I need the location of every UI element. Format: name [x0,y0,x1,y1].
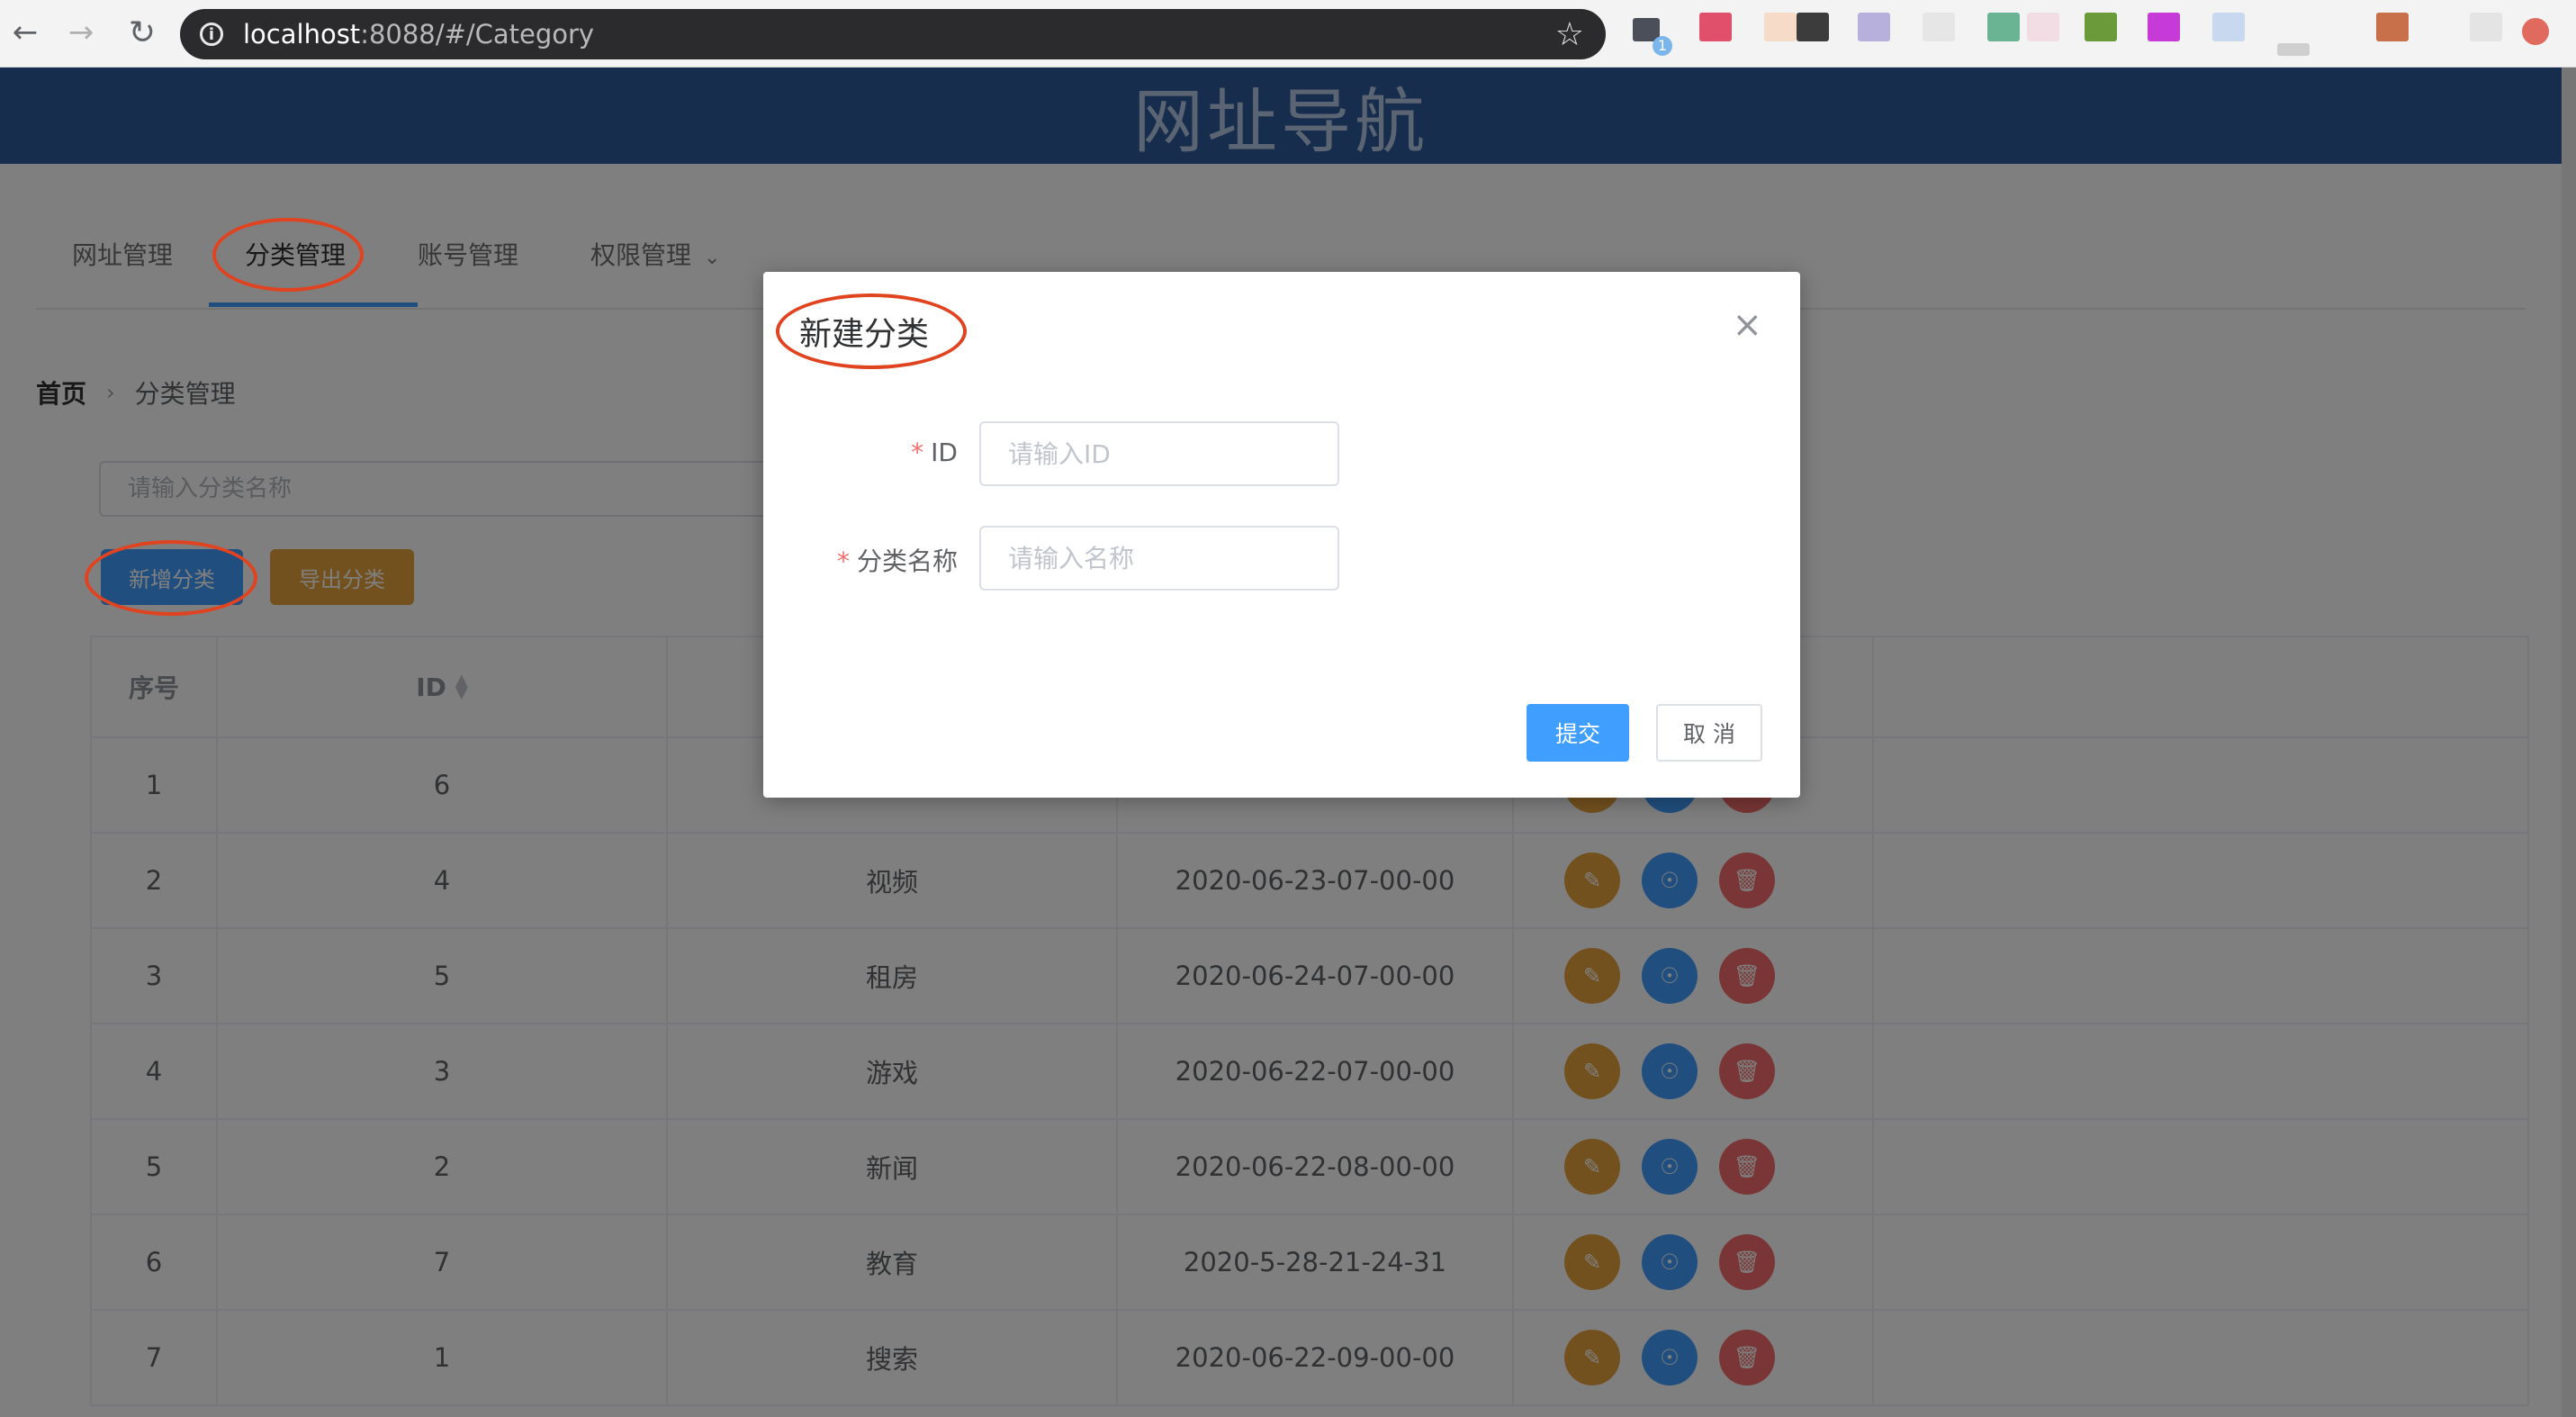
browser-toolbar: ← → ↻ i localhost:8088/#/Category ☆ 1 [0,0,2576,68]
url-host: localhost [243,19,361,50]
extension-icon[interactable] [1699,13,1732,41]
forward-arrow-icon[interactable]: → [61,13,101,52]
id-input[interactable] [979,421,1339,486]
required-asterisk: * [911,438,924,467]
annotation-ring [776,293,967,369]
name-field-label: * 分类名称 [837,542,958,578]
extension-icon[interactable] [2470,13,2502,41]
cancel-button[interactable]: 取 消 [1656,704,1762,762]
url-text[interactable]: localhost:8088/#/Category [243,19,594,50]
submit-button[interactable]: 提交 [1527,704,1629,762]
extension-icon[interactable] [1858,13,1890,41]
extension-icon[interactable] [2376,13,2409,41]
extension-icon[interactable] [2212,13,2245,41]
extension-icon[interactable] [2277,43,2310,56]
category-name-input[interactable] [979,526,1339,591]
annotation-ring [212,218,364,292]
name-label-text: 分类名称 [856,546,958,576]
extension-icon[interactable] [1987,13,2020,41]
annotation-ring [85,540,257,616]
extension-icon[interactable] [1797,13,1829,41]
extension-badge: 1 [1653,36,1672,56]
profile-icon[interactable] [2522,18,2549,45]
extension-icon[interactable] [1764,13,1797,41]
site-info-icon[interactable]: i [200,23,223,46]
reload-icon[interactable]: ↻ [122,13,162,52]
url-path: :8088/#/Category [360,19,595,50]
back-arrow-icon[interactable]: ← [5,13,45,52]
extension-icon[interactable] [2085,13,2117,41]
id-field-label: * ID [911,438,958,467]
id-label-text: ID [931,438,958,467]
required-asterisk: * [836,546,850,576]
extension-icon[interactable] [1923,13,1955,41]
bookmark-star-icon[interactable]: ☆ [1555,16,1584,53]
extension-icon[interactable] [2027,13,2059,41]
close-icon[interactable]: × [1732,304,1762,346]
extension-icon[interactable] [2148,13,2180,41]
address-bar[interactable]: i localhost:8088/#/Category ☆ [180,9,1606,59]
